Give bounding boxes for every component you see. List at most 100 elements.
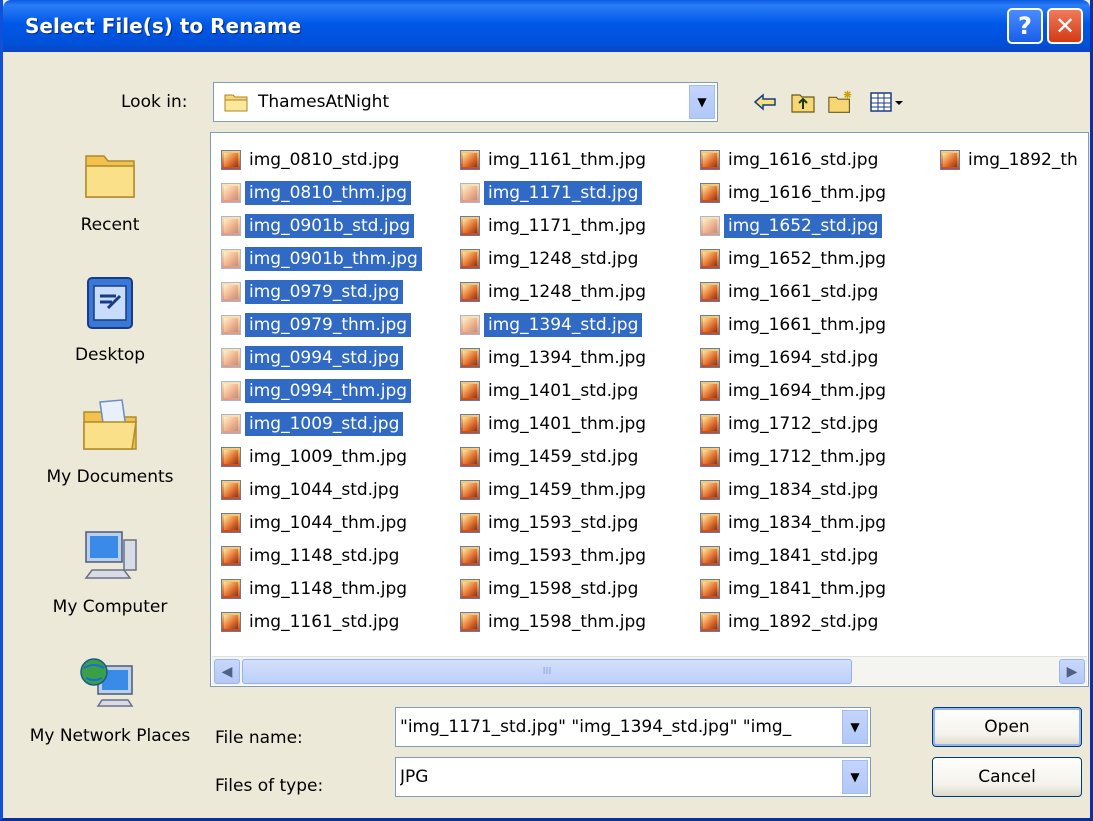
file-item[interactable]: img_1009_thm.jpg [221,440,422,473]
file-item[interactable]: img_1161_thm.jpg [460,143,650,176]
file-item[interactable]: img_1694_std.jpg [700,341,890,374]
file-item[interactable]: img_1841_thm.jpg [700,572,890,605]
help-button[interactable]: ? [1007,8,1043,44]
close-button[interactable]: ✕ [1047,8,1083,44]
file-name: img_0994_std.jpg [245,345,404,370]
file-name: img_0979_thm.jpg [245,312,412,337]
file-item[interactable]: img_0901b_thm.jpg [221,242,422,275]
file-item[interactable]: img_1892_th [940,143,1082,176]
file-item[interactable]: img_1401_thm.jpg [460,407,650,440]
place-my-documents[interactable]: My Documents [25,394,195,487]
file-item[interactable]: img_1616_std.jpg [700,143,890,176]
place-desktop[interactable]: Desktop [25,272,195,365]
file-item[interactable]: img_1394_std.jpg [460,308,650,341]
jpg-file-icon [221,545,241,566]
file-item[interactable]: img_1171_thm.jpg [460,209,650,242]
file-item[interactable]: img_1009_std.jpg [221,407,422,440]
file-name: img_1171_thm.jpg [488,215,647,236]
filetype-select[interactable]: JPG ▼ [395,757,871,797]
file-item[interactable]: img_1593_thm.jpg [460,539,650,572]
open-button[interactable]: Open [932,707,1082,747]
file-item[interactable]: img_0810_thm.jpg [221,176,422,209]
jpg-file-icon [460,413,480,434]
filetype-label: Files of type: [215,776,324,796]
jpg-file-icon [221,182,241,203]
place-my-network-places[interactable]: My Network Places [25,652,195,747]
file-name: img_1694_thm.jpg [728,380,887,401]
dialog-window: Select File(s) to Rename ? ✕ Look in: Th… [0,0,1093,821]
scroll-left-button[interactable]: ◀ [214,659,240,684]
file-item[interactable]: img_1661_thm.jpg [700,308,890,341]
file-item[interactable]: img_1593_std.jpg [460,506,650,539]
close-icon: ✕ [1054,12,1076,40]
jpg-file-icon [221,413,241,434]
file-name: img_1712_std.jpg [728,413,879,434]
lookin-dropdown-button[interactable]: ▼ [689,85,715,119]
file-item[interactable]: img_1459_std.jpg [460,440,650,473]
file-column-4: img_1892_th [940,143,1082,176]
horizontal-scrollbar[interactable]: ◀ III ▶ [212,656,1087,685]
file-item[interactable]: img_1712_std.jpg [700,407,890,440]
file-item[interactable]: img_0979_thm.jpg [221,308,422,341]
filename-input[interactable]: "img_1171_std.jpg" "img_1394_std.jpg" "i… [395,707,871,747]
filetype-dropdown-button[interactable]: ▼ [842,760,868,794]
file-item[interactable]: img_1661_std.jpg [700,275,890,308]
file-item[interactable]: img_1248_std.jpg [460,242,650,275]
file-item[interactable]: img_1248_thm.jpg [460,275,650,308]
file-name: img_1459_std.jpg [488,446,639,467]
file-item[interactable]: img_1044_thm.jpg [221,506,422,539]
file-item[interactable]: img_1652_std.jpg [700,209,890,242]
file-name: img_1834_thm.jpg [728,512,887,533]
file-item[interactable]: img_1401_std.jpg [460,374,650,407]
chevron-right-icon: ▶ [1066,663,1078,680]
filename-dropdown-button[interactable]: ▼ [842,710,868,744]
file-item[interactable]: img_0994_thm.jpg [221,374,422,407]
file-name: img_1009_thm.jpg [249,446,408,467]
file-item[interactable]: img_0810_std.jpg [221,143,422,176]
places-bar: Recent Desktop My Documents My Computer … [25,132,195,802]
place-my-computer[interactable]: My Computer [25,524,195,617]
file-item[interactable]: img_1616_thm.jpg [700,176,890,209]
view-menu-button[interactable] [867,88,907,116]
lookin-dropdown[interactable]: ThamesAtNight ▼ [213,82,718,122]
file-item[interactable]: img_1834_std.jpg [700,473,890,506]
jpg-file-icon [221,281,241,302]
file-name: img_0810_thm.jpg [245,180,412,205]
jpg-file-icon [700,545,720,566]
file-item[interactable]: img_1044_std.jpg [221,473,422,506]
file-item[interactable]: img_0979_std.jpg [221,275,422,308]
file-name: img_0901b_std.jpg [245,213,415,238]
place-recent[interactable]: Recent [25,142,195,235]
up-folder-button[interactable] [789,88,817,116]
file-name: img_1148_std.jpg [249,545,400,566]
file-item[interactable]: img_1892_std.jpg [700,605,890,638]
file-item[interactable]: img_1148_std.jpg [221,539,422,572]
file-item[interactable]: img_1834_thm.jpg [700,506,890,539]
file-item[interactable]: img_0994_std.jpg [221,341,422,374]
file-list[interactable]: img_0810_std.jpg img_0810_thm.jpg img_0901… [210,132,1089,687]
my-documents-icon [83,399,137,450]
title-bar[interactable]: Select File(s) to Rename ? ✕ [3,0,1090,52]
file-item[interactable]: img_1161_std.jpg [221,605,422,638]
file-item[interactable]: img_1841_std.jpg [700,539,890,572]
scrollbar-thumb[interactable]: III [242,659,852,684]
file-item[interactable]: img_0901b_std.jpg [221,209,422,242]
file-item[interactable]: img_1171_std.jpg [460,176,650,209]
file-item[interactable]: img_1598_std.jpg [460,572,650,605]
cancel-button[interactable]: Cancel [932,757,1082,797]
jpg-file-icon [460,512,480,533]
file-item[interactable]: img_1598_thm.jpg [460,605,650,638]
file-item[interactable]: img_1652_thm.jpg [700,242,890,275]
file-item[interactable]: img_1694_thm.jpg [700,374,890,407]
file-name: img_1892_std.jpg [728,611,879,632]
file-name: img_1161_std.jpg [249,611,400,632]
file-item[interactable]: img_1712_thm.jpg [700,440,890,473]
scroll-right-button[interactable]: ▶ [1059,659,1085,684]
place-label: Desktop [74,345,146,365]
new-folder-button[interactable] [827,88,855,116]
file-item[interactable]: img_1148_thm.jpg [221,572,422,605]
jpg-file-icon [460,314,480,335]
file-item[interactable]: img_1459_thm.jpg [460,473,650,506]
back-button[interactable] [751,88,779,116]
file-item[interactable]: img_1394_thm.jpg [460,341,650,374]
